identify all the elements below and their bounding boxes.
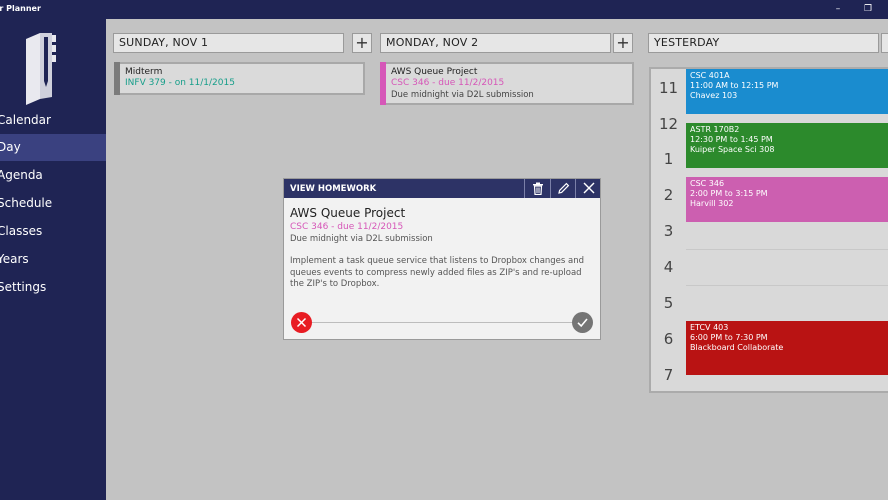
hour-label: 6: [663, 330, 674, 348]
event-time: 11:00 AM to 12:15 PM: [690, 81, 779, 90]
close-icon: [583, 182, 594, 194]
homework-note: Due midnight via D2L submission: [391, 90, 534, 100]
hour-label: 12: [658, 115, 679, 133]
schedule-grid: 11 12 1 2 3 4 5 6 7 CSC 401A 11:00 AM to…: [649, 67, 888, 393]
hour-label: 2: [663, 186, 674, 204]
homework-color-bar: [380, 62, 386, 105]
hour-divider: [686, 285, 888, 286]
day-label: SUNDAY, NOV 1: [113, 33, 344, 53]
minimize-icon[interactable]: –: [832, 3, 844, 15]
homework-title: Midterm: [125, 67, 163, 77]
schedule-event[interactable]: CSC 401A 11:00 AM to 12:15 PM Chavez 103: [686, 69, 888, 114]
sidebar-item-classes[interactable]: Classes: [0, 218, 106, 245]
sidebar-item-settings[interactable]: Settings: [0, 274, 106, 301]
homework-title: AWS Queue Project: [391, 67, 478, 77]
completion-slider-track[interactable]: [304, 322, 580, 323]
hour-label: 5: [663, 294, 674, 312]
event-title: CSC 346: [690, 179, 725, 188]
sidebar-item-calendar[interactable]: Calendar: [0, 107, 106, 134]
day-label: MONDAY, NOV 2: [380, 33, 611, 53]
hour-label: 11: [658, 79, 679, 97]
delete-icon: [532, 182, 543, 196]
edit-button[interactable]: [550, 179, 576, 198]
homework-card[interactable]: Midterm INFV 379 - on 11/1/2015: [114, 62, 365, 95]
homework-due-note: Due midnight via D2L submission: [290, 234, 433, 244]
sidebar-item-day[interactable]: Day: [0, 134, 106, 161]
sidebar-item-years[interactable]: Years: [0, 246, 106, 273]
complete-button[interactable]: [572, 312, 593, 333]
event-location: Chavez 103: [690, 91, 738, 100]
homework-description: Implement a task queue service that list…: [290, 256, 585, 289]
homework-course: CSC 346 - due 11/2/2015: [290, 222, 404, 232]
homework-card[interactable]: AWS Queue Project CSC 346 - due 11/2/201…: [380, 62, 634, 105]
close-button[interactable]: [575, 179, 601, 198]
day-column-header: MONDAY, NOV 2 +: [380, 33, 634, 53]
edit-icon: [558, 182, 570, 194]
day-column-header: YESTERDAY: [648, 33, 888, 53]
delete-button[interactable]: [524, 179, 550, 198]
hour-label: 3: [663, 222, 674, 240]
event-location: Kuiper Space Sci 308: [690, 145, 775, 154]
restore-icon[interactable]: ❐: [862, 3, 874, 15]
schedule-event[interactable]: CSC 346 2:00 PM to 3:15 PM Harvill 302: [686, 177, 888, 222]
event-time: 2:00 PM to 3:15 PM: [690, 189, 768, 198]
event-title: CSC 401A: [690, 71, 730, 80]
hour-label: 1: [663, 150, 674, 168]
event-title: ETCV 403: [690, 323, 729, 332]
cancel-icon: [296, 317, 307, 328]
hour-label: 7: [663, 366, 674, 384]
cancel-button[interactable]: [291, 312, 312, 333]
add-homework-button[interactable]: [881, 33, 888, 53]
sidebar: Calendar Day Agenda Schedule Classes Yea…: [0, 19, 106, 500]
event-time: 12:30 PM to 1:45 PM: [690, 135, 773, 144]
event-location: Harvill 302: [690, 199, 734, 208]
hour-label: 4: [663, 258, 674, 276]
sidebar-item-schedule[interactable]: Schedule: [0, 190, 106, 217]
day-column-header: SUNDAY, NOV 1 +: [113, 33, 372, 53]
homework-course: CSC 346 - due 11/2/2015: [391, 78, 505, 88]
sidebar-item-agenda[interactable]: Agenda: [0, 162, 106, 189]
schedule-event[interactable]: ETCV 403 6:00 PM to 7:30 PM Blackboard C…: [686, 321, 888, 375]
day-label: YESTERDAY: [648, 33, 879, 53]
hour-divider: [686, 249, 888, 250]
dialog-header: VIEW HOMEWORK: [284, 179, 600, 198]
view-homework-dialog: VIEW HOMEWORK AWS Queue Project CSC 346 …: [283, 178, 601, 340]
app-title: er Planner: [0, 4, 41, 13]
homework-title: AWS Queue Project: [290, 206, 406, 220]
schedule-event[interactable]: ASTR 170B2 12:30 PM to 1:45 PM Kuiper Sp…: [686, 123, 888, 168]
event-time: 6:00 PM to 7:30 PM: [690, 333, 768, 342]
planner-logo-icon: [26, 33, 56, 105]
complete-icon: [577, 318, 588, 328]
event-location: Blackboard Collaborate: [690, 343, 784, 352]
homework-course: INFV 379 - on 11/1/2015: [125, 78, 235, 88]
dialog-title: VIEW HOMEWORK: [290, 184, 377, 194]
homework-color-bar: [114, 62, 120, 95]
event-title: ASTR 170B2: [690, 125, 740, 134]
add-homework-button[interactable]: +: [613, 33, 633, 53]
title-bar: er Planner – ❐: [0, 0, 888, 19]
add-homework-button[interactable]: +: [352, 33, 372, 53]
